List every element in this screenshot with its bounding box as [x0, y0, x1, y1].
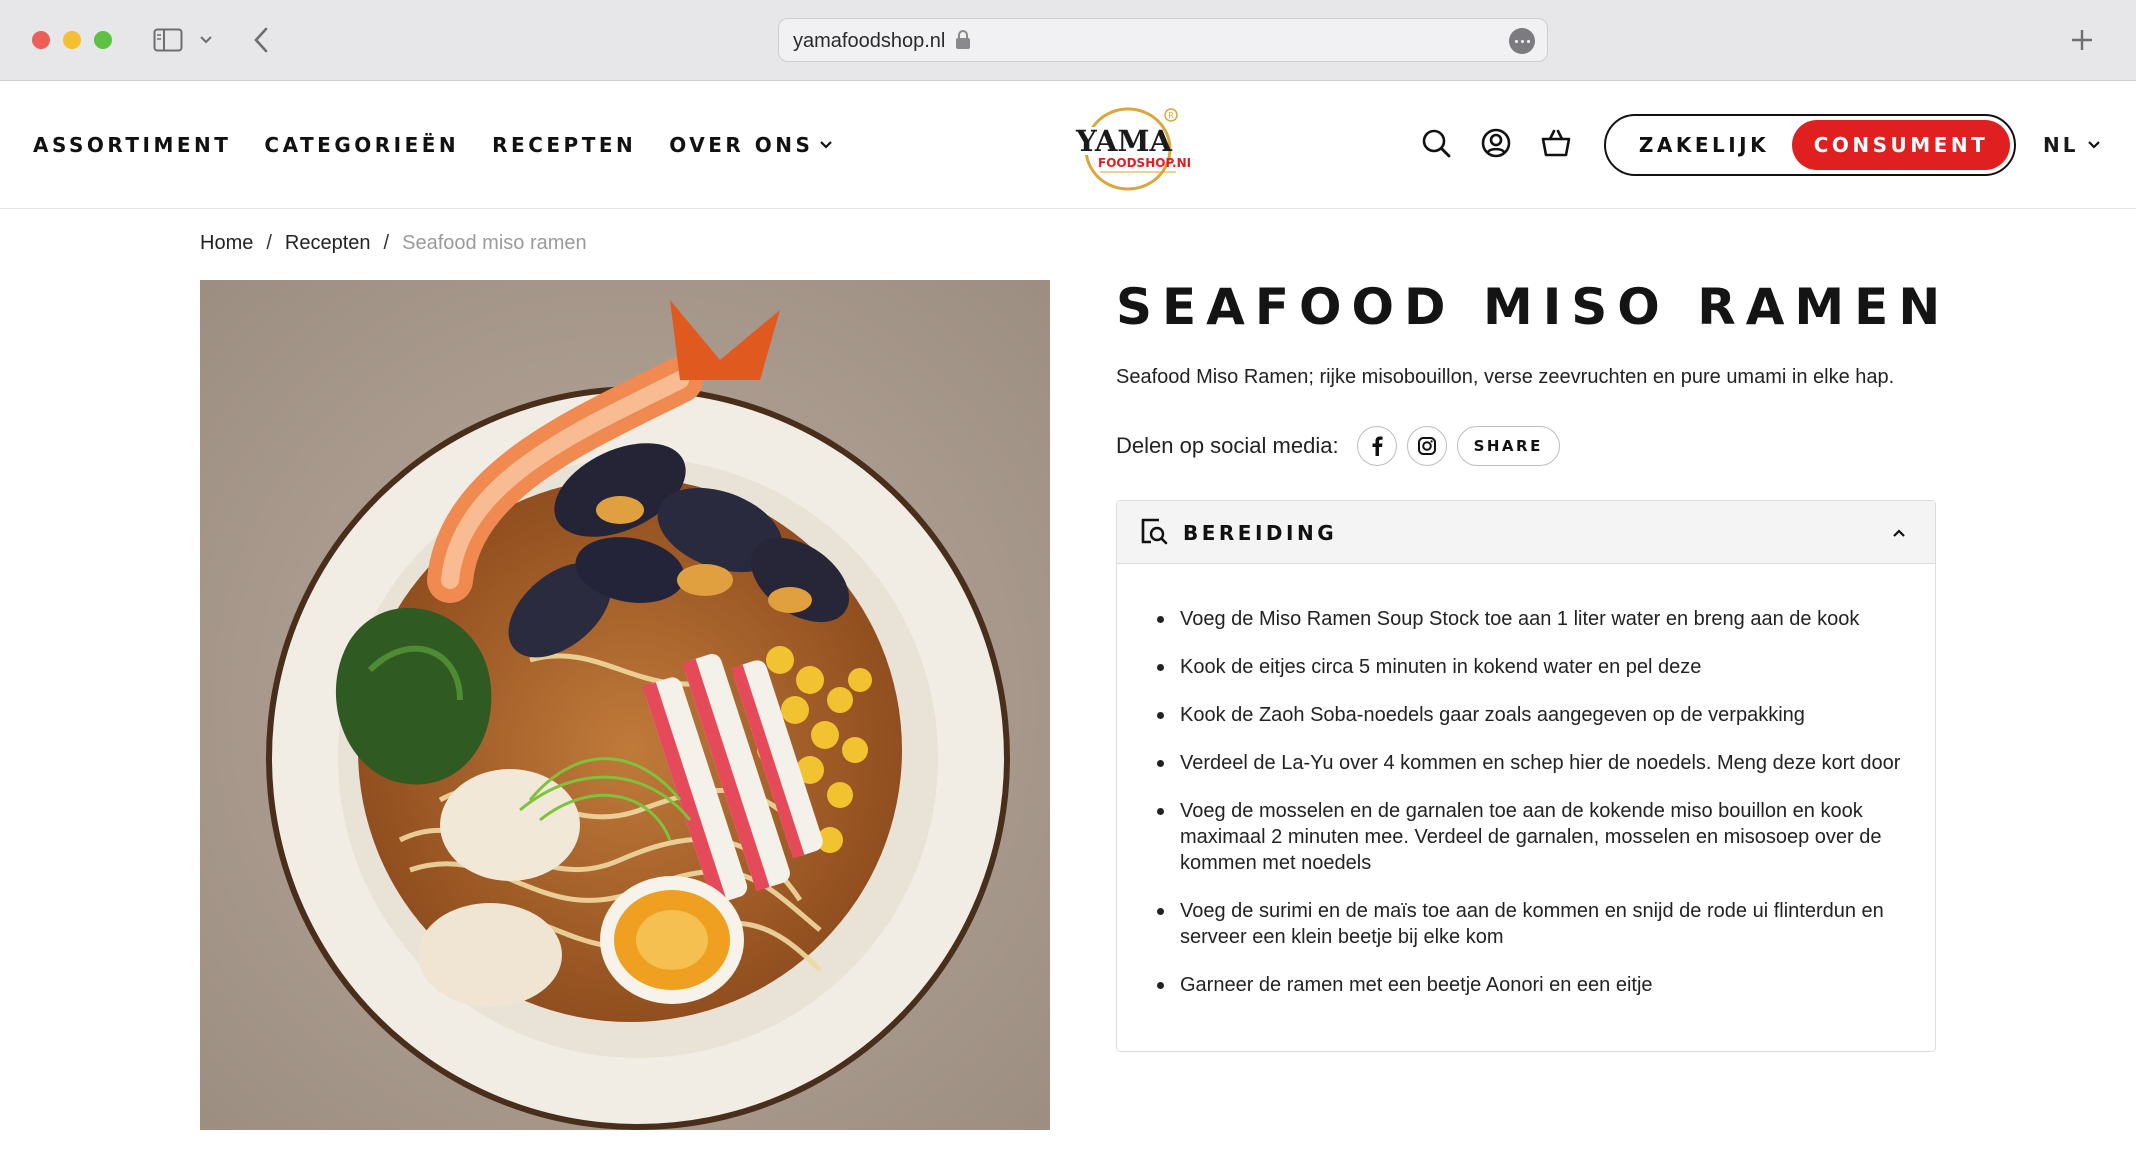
sidebar-toggle-icon[interactable]	[152, 26, 184, 54]
zoom-window-button[interactable]	[94, 31, 112, 49]
search-document-icon	[1139, 517, 1169, 547]
recipe-intro: Seafood Miso Ramen; rijke misobouillon, …	[1116, 366, 1895, 388]
preparation-accordion: BEREIDING Voeg de Miso Ramen Soup Stock …	[1116, 500, 1936, 1052]
address-bar[interactable]: yamafoodshop.nl	[778, 18, 1548, 62]
new-tab-plus-icon[interactable]	[2064, 22, 2100, 58]
preparation-heading: BEREIDING	[1183, 521, 1338, 545]
list-item: Voeg de surimi en de maïs toe aan de kom…	[1117, 898, 1935, 950]
nav-assortiment[interactable]: ASSORTIMENT	[33, 133, 231, 157]
svg-text:FOODSHOP.NL: FOODSHOP.NL	[1098, 156, 1190, 170]
chevron-down-icon	[820, 141, 833, 149]
language-label: NL	[2043, 133, 2079, 157]
recipe-title: SEAFOOD MISO RAMEN	[1116, 278, 1951, 336]
nav-categorieen[interactable]: CATEGORIEËN	[264, 133, 459, 157]
site-header: ASSORTIMENT CATEGORIEËN RECEPTEN OVER ON…	[0, 81, 2136, 209]
nav-over-ons-label: OVER ONS	[669, 133, 814, 157]
breadcrumb-current: Seafood miso ramen	[402, 232, 587, 254]
preparation-steps: Voeg de Miso Ramen Soup Stock toe aan 1 …	[1117, 564, 1935, 998]
back-arrow-icon[interactable]	[246, 24, 276, 56]
preparation-accordion-header[interactable]: BEREIDING	[1117, 501, 1935, 564]
zakelijk-button[interactable]: ZAKELIJK	[1614, 120, 1794, 170]
recipe-photo	[200, 280, 1050, 1130]
social-share-row: Delen op social media: SHARE	[1116, 426, 1560, 466]
svg-text:R: R	[1168, 111, 1174, 120]
list-item: Garneer de ramen met een beetje Aonori e…	[1117, 972, 1935, 998]
lock-icon	[955, 30, 973, 52]
language-selector[interactable]: NL	[2043, 133, 2102, 157]
minimize-window-button[interactable]	[63, 31, 81, 49]
breadcrumb-separator: /	[266, 232, 272, 254]
chevron-down-icon[interactable]	[196, 30, 216, 50]
list-item: Voeg de Miso Ramen Soup Stock toe aan 1 …	[1117, 606, 1935, 632]
facebook-icon[interactable]	[1356, 426, 1397, 466]
chevron-down-icon	[2088, 141, 2101, 149]
instagram-icon[interactable]	[1406, 426, 1447, 466]
account-icon[interactable]	[1480, 127, 1512, 159]
nav-recepten[interactable]: RECEPTEN	[492, 133, 636, 157]
site-logo[interactable]: R YAMA FOODSHOP.NL	[1070, 101, 1195, 193]
search-icon[interactable]	[1420, 127, 1452, 159]
url-text: yamafoodshop.nl	[793, 30, 946, 52]
basket-icon[interactable]	[1540, 127, 1572, 159]
more-options-icon[interactable]	[1509, 28, 1535, 54]
breadcrumb: Home / Recepten / Seafood miso ramen	[200, 232, 587, 255]
close-window-button[interactable]	[32, 31, 50, 49]
svg-text:YAMA: YAMA	[1075, 124, 1172, 158]
consument-button[interactable]: CONSUMENT	[1792, 120, 2010, 170]
list-item: Voeg de mosselen en de garnalen toe aan …	[1117, 798, 1935, 876]
nav-over-ons[interactable]: OVER ONS	[669, 133, 833, 157]
chevron-up-icon[interactable]	[1891, 525, 1907, 541]
main-nav: ASSORTIMENT CATEGORIEËN RECEPTEN OVER ON…	[33, 133, 866, 157]
list-item: Kook de eitjes circa 5 minuten in kokend…	[1117, 654, 1935, 680]
breadcrumb-separator: /	[383, 232, 390, 254]
list-item: Kook de Zaoh Soba-noedels gaar zoals aan…	[1117, 702, 1935, 728]
share-button[interactable]: SHARE	[1456, 426, 1560, 466]
browser-toolbar: yamafoodshop.nl	[0, 0, 2136, 81]
breadcrumb-home[interactable]: Home	[200, 232, 253, 255]
list-item: Verdeel de La-Yu over 4 kommen en schep …	[1117, 750, 1935, 776]
customer-type-switch: ZAKELIJK CONSUMENT	[1604, 114, 2016, 176]
breadcrumb-recepten[interactable]: Recepten	[285, 232, 371, 255]
share-label: Delen op social media:	[1116, 433, 1339, 458]
